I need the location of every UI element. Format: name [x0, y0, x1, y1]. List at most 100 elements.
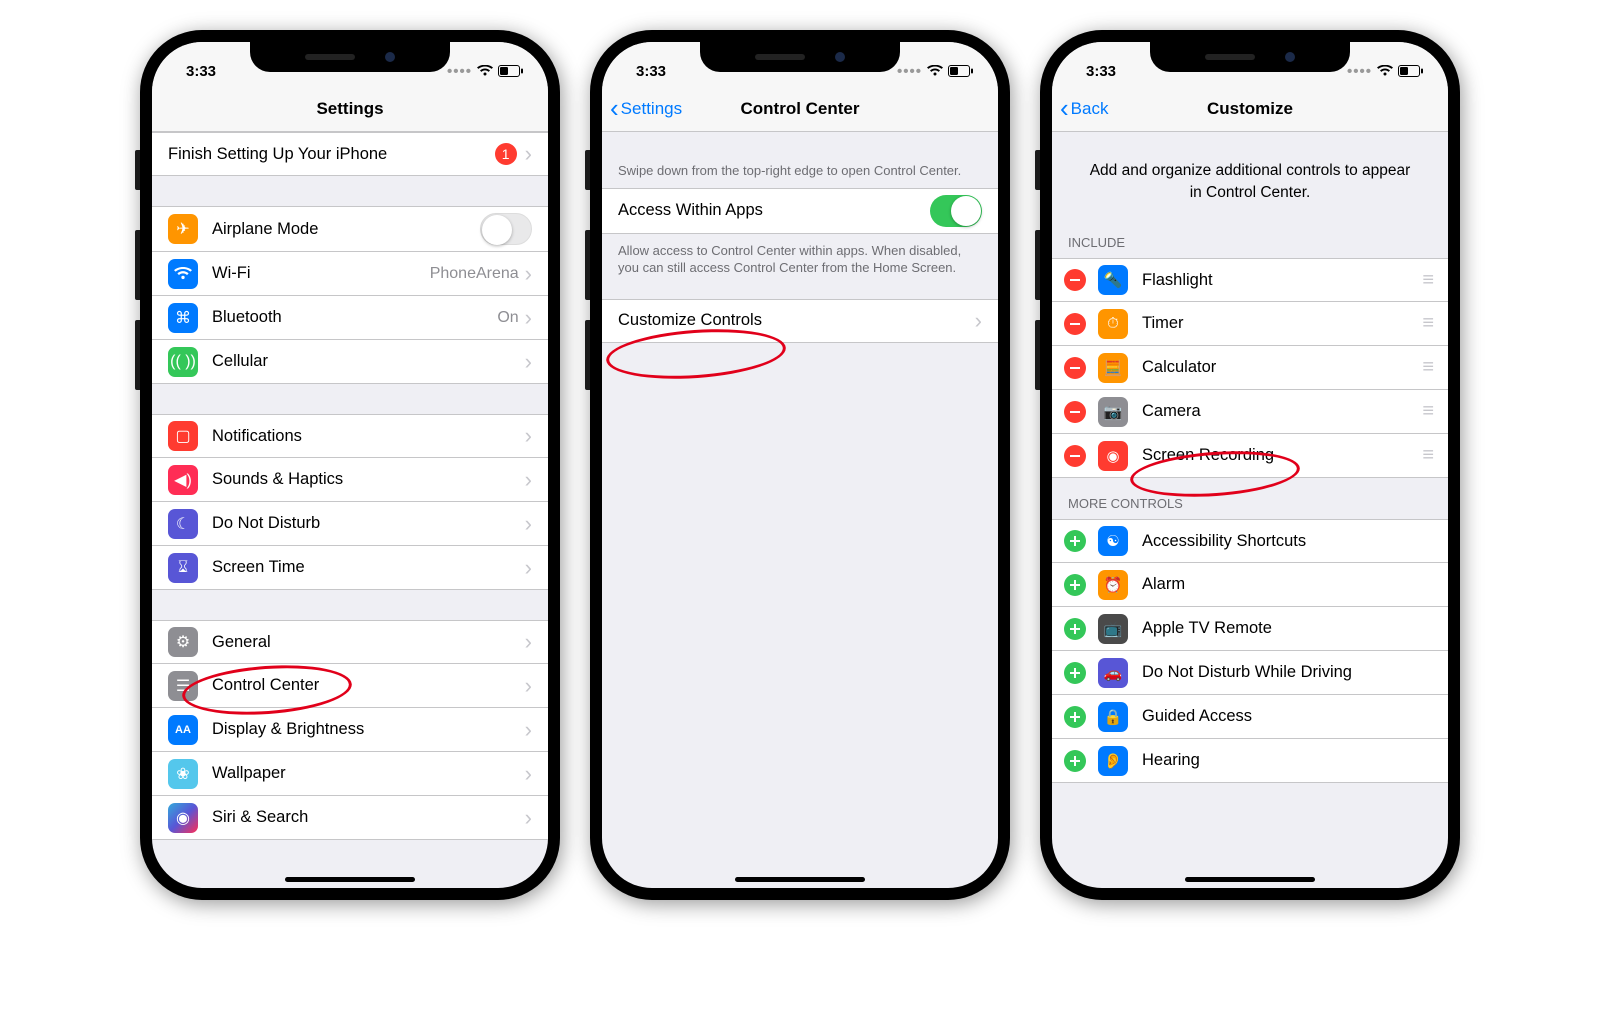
back-label: Back [1071, 99, 1109, 119]
row-siri[interactable]: ◉ Siri & Search › [152, 796, 548, 840]
signal-dots-icon: •••• [447, 63, 472, 80]
chevron-right-icon: › [525, 673, 532, 699]
status-time: 3:33 [186, 63, 216, 80]
row-screentime[interactable]: ⌛︎ Screen Time › [152, 546, 548, 590]
back-button[interactable]: ‹ Back [1060, 99, 1108, 119]
screen-3: 3:33 •••• ‹ Back Customize Add and organ… [1052, 42, 1448, 888]
chevron-right-icon: › [525, 423, 532, 449]
gear-icon: ⚙︎ [168, 627, 198, 657]
drag-handle-icon[interactable]: ≡ [1422, 400, 1432, 423]
chevron-right-icon: › [525, 349, 532, 375]
remove-icon[interactable] [1064, 401, 1086, 423]
battery-icon [498, 65, 524, 77]
row-label: Guided Access [1142, 707, 1432, 726]
drag-handle-icon[interactable]: ≡ [1422, 269, 1432, 292]
status-time: 3:33 [1086, 63, 1116, 80]
iphone-frame-3: 3:33 •••• ‹ Back Customize Add and organ… [1040, 30, 1460, 900]
row-label: Calculator [1142, 358, 1422, 377]
content-2[interactable]: Swipe down from the top-right edge to op… [602, 132, 998, 888]
row-finish-setup[interactable]: Finish Setting Up Your iPhone 1 › [152, 132, 548, 176]
row-general[interactable]: ⚙︎ General › [152, 620, 548, 664]
include-row-flashlight[interactable]: 🔦Flashlight≡ [1052, 258, 1448, 302]
alarm-icon: ⏰ [1098, 570, 1128, 600]
wifi-icon [927, 65, 943, 77]
row-control-center[interactable]: ☰ Control Center › [152, 664, 548, 708]
drag-handle-icon[interactable]: ≡ [1422, 444, 1432, 467]
toggle-airplane[interactable] [480, 213, 532, 245]
more-row-alarm[interactable]: ⏰ Alarm [1052, 563, 1448, 607]
add-icon[interactable] [1064, 618, 1086, 640]
row-dnd[interactable]: ☾ Do Not Disturb › [152, 502, 548, 546]
notch [250, 42, 450, 72]
add-icon[interactable] [1064, 574, 1086, 596]
page-title: Control Center [741, 99, 860, 119]
content-3[interactable]: Add and organize additional controls to … [1052, 132, 1448, 888]
include-row-screen-recording[interactable]: ◉Screen Recording≡ [1052, 434, 1448, 478]
add-icon[interactable] [1064, 662, 1086, 684]
row-airplane-mode[interactable]: ✈ Airplane Mode [152, 206, 548, 252]
remove-icon[interactable] [1064, 445, 1086, 467]
more-row-do-not-disturb-while-driving[interactable]: 🚗 Do Not Disturb While Driving [1052, 651, 1448, 695]
bluetooth-icon: ⌘ [168, 303, 198, 333]
battery-icon [948, 65, 974, 77]
add-icon[interactable] [1064, 706, 1086, 728]
row-label: Apple TV Remote [1142, 619, 1432, 638]
add-icon[interactable] [1064, 530, 1086, 552]
notch [1150, 42, 1350, 72]
more-row-hearing[interactable]: 👂Hearing [1052, 739, 1448, 783]
row-label: Do Not Disturb While Driving [1142, 663, 1432, 682]
hint-access: Allow access to Control Center within ap… [602, 234, 998, 285]
chevron-right-icon: › [525, 261, 532, 287]
camera-icon: 📷 [1098, 397, 1128, 427]
row-wifi[interactable]: Wi-Fi PhoneArena › [152, 252, 548, 296]
home-indicator[interactable] [285, 877, 415, 882]
include-row-calculator[interactable]: 🧮Calculator≡ [1052, 346, 1448, 390]
row-wallpaper[interactable]: ❀ Wallpaper › [152, 752, 548, 796]
guided-icon: 🔒 [1098, 702, 1128, 732]
wifi-settings-icon [168, 259, 198, 289]
toggle-access-apps[interactable] [930, 195, 982, 227]
row-notifications[interactable]: ▢ Notifications › [152, 414, 548, 458]
screen-2: 3:33 •••• ‹ Settings Control Center Swip… [602, 42, 998, 888]
chevron-right-icon: › [975, 308, 982, 334]
row-access-within-apps[interactable]: Access Within Apps [602, 188, 998, 234]
car-icon: 🚗 [1098, 658, 1128, 688]
row-cellular[interactable]: (( )) Cellular › [152, 340, 548, 384]
row-sounds[interactable]: ◀︎) Sounds & Haptics › [152, 458, 548, 502]
chevron-right-icon: › [525, 511, 532, 537]
signal-dots-icon: •••• [897, 63, 922, 80]
access-icon: ☯ [1098, 526, 1128, 556]
chevron-right-icon: › [525, 629, 532, 655]
iphone-frame-1: 3:33 •••• Settings Finish Setting Up You… [140, 30, 560, 900]
include-row-camera[interactable]: 📷 Camera≡ [1052, 390, 1448, 434]
home-indicator[interactable] [1185, 877, 1315, 882]
wifi-icon [477, 65, 493, 77]
navbar-control-center: ‹ Settings Control Center [602, 86, 998, 132]
row-customize-controls[interactable]: Customize Controls › [602, 299, 998, 343]
drag-handle-icon[interactable]: ≡ [1422, 312, 1432, 335]
row-label: Hearing [1142, 751, 1432, 770]
remove-icon[interactable] [1064, 357, 1086, 379]
chevron-right-icon: › [525, 761, 532, 787]
row-label: Alarm [1142, 575, 1432, 594]
row-bluetooth[interactable]: ⌘ Bluetooth On › [152, 296, 548, 340]
intro-text: Add and organize additional controls to … [1052, 132, 1448, 217]
page-title: Settings [316, 99, 383, 119]
remove-icon[interactable] [1064, 269, 1086, 291]
include-row-timer[interactable]: ⏱Timer≡ [1052, 302, 1448, 346]
navbar-settings: Settings [152, 86, 548, 132]
chevron-right-icon: › [525, 555, 532, 581]
row-display[interactable]: AA Display & Brightness › [152, 708, 548, 752]
more-row-guided-access[interactable]: 🔒 Guided Access [1052, 695, 1448, 739]
drag-handle-icon[interactable]: ≡ [1422, 356, 1432, 379]
row-label: Camera [1142, 402, 1422, 421]
more-row-apple-tv-remote[interactable]: 📺Apple TV Remote [1052, 607, 1448, 651]
home-indicator[interactable] [735, 877, 865, 882]
more-row-accessibility-shortcuts[interactable]: ☯Accessibility Shortcuts [1052, 519, 1448, 563]
back-button[interactable]: ‹ Settings [610, 99, 682, 119]
navbar-customize: ‹ Back Customize [1052, 86, 1448, 132]
remove-icon[interactable] [1064, 313, 1086, 335]
airplane-icon: ✈ [168, 214, 198, 244]
add-icon[interactable] [1064, 750, 1086, 772]
content-1[interactable]: Finish Setting Up Your iPhone 1 › ✈ Airp… [152, 132, 548, 888]
